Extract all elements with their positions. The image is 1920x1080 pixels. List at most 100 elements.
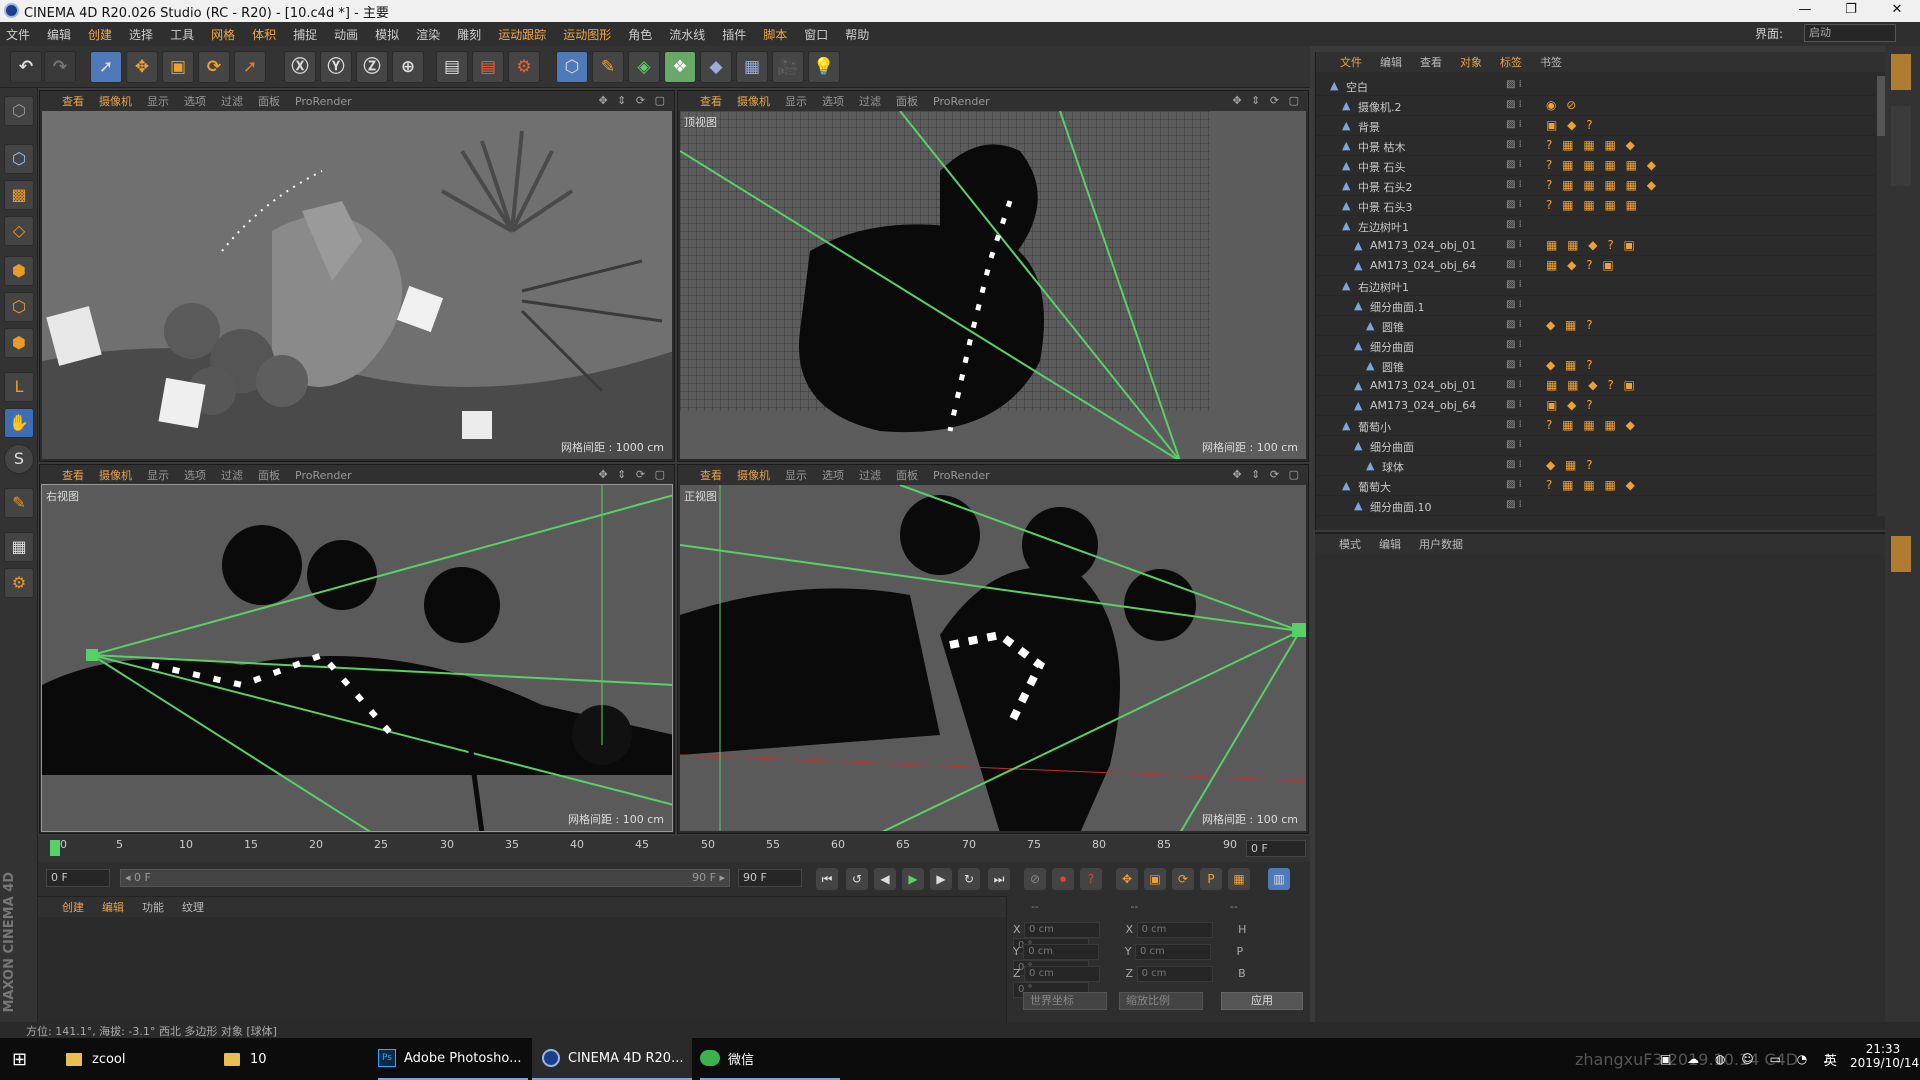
workplane-mode-icon[interactable]: ◇	[4, 216, 34, 246]
viewport-menu-display[interactable]: 显示	[785, 467, 807, 483]
quantize-icon[interactable]: ⚙	[4, 568, 34, 598]
render-to-picture-viewer-icon[interactable]: ▤	[472, 51, 504, 83]
subdivision-surface-icon[interactable]: ◈	[628, 51, 660, 83]
edges-mode-icon[interactable]: ⬡	[4, 292, 34, 322]
close-button[interactable]: ✕	[1874, 0, 1920, 22]
object-name[interactable]: 球体	[1382, 459, 1404, 475]
object-row[interactable]: ▲ 圆锥 ▨ ⁞ ◆ ▦ ?	[1316, 316, 1875, 336]
visibility-toggle-icon[interactable]: ▨ ⁞	[1506, 259, 1522, 270]
visibility-toggle-icon[interactable]: ▨ ⁞	[1506, 479, 1522, 490]
visibility-toggle-icon[interactable]: ▨ ⁞	[1506, 159, 1522, 170]
object-row[interactable]: ▲ AM173_024_obj_64 ▨ ⁞ ▦ ◆ ? ▣	[1316, 256, 1875, 276]
content-browser-tab[interactable]	[1891, 106, 1911, 186]
object-menu-tags[interactable]: 标签	[1500, 54, 1522, 70]
viewport-menu-prorender[interactable]: ProRender	[295, 95, 352, 108]
system-tray-icons[interactable]: ▣ ☁ ◍ ☺ ▭ ◔ ♪	[1660, 1038, 1837, 1080]
viewport-menu-filter[interactable]: 过滤	[859, 93, 881, 109]
viewport-menu-panel[interactable]: 面板	[896, 93, 918, 109]
object-name[interactable]: 葡萄小	[1358, 419, 1391, 435]
object-menu-view[interactable]: 查看	[1420, 54, 1442, 70]
y-axis-lock-icon[interactable]: Ⓨ	[320, 51, 352, 83]
viewport-menu-view[interactable]: 查看	[700, 467, 722, 483]
viewport-front[interactable]: 查看 摄像机 显示 选项 过滤 面板 ProRender ✥ ⇕ ⟳ ▢ 正视图…	[677, 464, 1309, 834]
visibility-toggle-icon[interactable]: ▨ ⁞	[1506, 299, 1522, 310]
floor-scene-icon[interactable]: ▦	[736, 51, 768, 83]
cube-primitive-icon[interactable]: ⬡	[556, 51, 588, 83]
world-coordinates-select[interactable]: 世界坐标	[1023, 992, 1107, 1010]
menu-plugins[interactable]: 插件	[722, 26, 746, 43]
motion-record-icon[interactable]: ⊘	[1024, 868, 1046, 890]
viewport-perspective[interactable]: 查看 摄像机 显示 选项 过滤 面板 ProRender ✥ ⇕ ⟳ ▢ 网格间…	[39, 90, 675, 462]
object-name[interactable]: 中景 枯木	[1358, 139, 1406, 155]
visibility-toggle-icon[interactable]: ▨ ⁞	[1506, 359, 1522, 370]
playhead[interactable]	[50, 840, 60, 856]
visibility-toggle-icon[interactable]: ▨ ⁞	[1506, 139, 1522, 150]
object-row[interactable]: ▲ 中景 石头3 ▨ ⁞ ? ▦ ▦ ▦ ▦	[1316, 196, 1875, 216]
taskbar-item-cinema4d[interactable]: CINEMA 4D R20...	[532, 1038, 692, 1080]
menu-sculpt[interactable]: 雕刻	[457, 26, 481, 43]
render-view-icon[interactable]: ▤	[436, 51, 468, 83]
move-tool-icon[interactable]: ✥	[126, 51, 158, 83]
autokeying-icon[interactable]: ?	[1080, 868, 1102, 890]
viewport-right-canvas[interactable]: 右视图 网格间距 : 100 cm	[41, 484, 673, 832]
menu-pipeline[interactable]: 流水线	[669, 26, 705, 43]
recent-tool-icon[interactable]: ➚	[234, 51, 266, 83]
snap-icon[interactable]: S	[4, 444, 34, 474]
object-name[interactable]: AM173_024_obj_64	[1370, 259, 1476, 272]
menu-create[interactable]: 创建	[88, 26, 112, 43]
object-tags[interactable]: ? ▦ ▦ ▦ ▦ ◆	[1546, 158, 1659, 172]
objects-tab[interactable]	[1891, 54, 1911, 90]
windows-start-icon[interactable]: ⊞	[12, 1038, 27, 1080]
make-editable-icon[interactable]: ⬡	[4, 96, 34, 126]
visibility-toggle-icon[interactable]: ▨ ⁞	[1506, 319, 1522, 330]
timeline-ruler[interactable]: 0 5 10 15 20 25 30 35 40 45 50 55 60 65 …	[38, 836, 1310, 862]
object-tags[interactable]: ▦ ◆ ? ▣	[1546, 258, 1617, 272]
menu-motion-tracking[interactable]: 运动跟踪	[498, 26, 546, 43]
grid-snap-icon[interactable]: ▦	[4, 532, 34, 562]
visibility-toggle-icon[interactable]: ▨ ⁞	[1506, 459, 1522, 470]
timeline-window-icon[interactable]: ▥	[1268, 868, 1290, 890]
object-name[interactable]: 中景 石头2	[1358, 179, 1413, 195]
object-row[interactable]: ▲ 圆锥 ▨ ⁞ ◆ ▦ ?	[1316, 356, 1875, 376]
viewport-top[interactable]: 查看 摄像机 显示 选项 过滤 面板 ProRender ✥ ⇕ ⟳ ▢ 顶视图…	[677, 90, 1309, 462]
menu-volume[interactable]: 体积	[252, 26, 276, 43]
menu-tools[interactable]: 工具	[170, 26, 194, 43]
start-frame-field[interactable]: 0 F	[46, 869, 110, 887]
pen-spline-icon[interactable]: ✎	[592, 51, 624, 83]
attribute-menu-user-data[interactable]: 用户数据	[1419, 536, 1463, 552]
object-tags[interactable]: ? ▦ ▦ ▦ ◆	[1546, 418, 1638, 432]
attributes-tab[interactable]	[1891, 536, 1911, 572]
object-name[interactable]: 背景	[1358, 119, 1380, 135]
visibility-toggle-icon[interactable]: ▨ ⁞	[1506, 179, 1522, 190]
taskbar-item-photoshop[interactable]: Ps Adobe Photosho...	[378, 1038, 528, 1080]
object-row[interactable]: ▲ 摄像机.2 ▨ ⁞ ◉ ⊘	[1316, 96, 1875, 116]
menu-simulate[interactable]: 模拟	[375, 26, 399, 43]
scrollbar-thumb[interactable]	[1877, 76, 1885, 136]
object-menu-bookmarks[interactable]: 书签	[1540, 54, 1562, 70]
coordinate-system-icon[interactable]: ⊕	[392, 51, 424, 83]
size-x-field[interactable]: 0 cm	[1136, 922, 1213, 938]
viewport-right[interactable]: 查看 摄像机 显示 选项 过滤 面板 ProRender ✥ ⇕ ⟳ ▢ 右视图…	[39, 464, 675, 834]
attribute-menu-edit[interactable]: 编辑	[1379, 536, 1401, 552]
object-name[interactable]: 中景 石头3	[1358, 199, 1413, 215]
object-name[interactable]: 左边树叶1	[1358, 219, 1409, 235]
x-axis-lock-icon[interactable]: Ⓧ	[284, 51, 316, 83]
object-row[interactable]: ▲ 中景 石头 ▨ ⁞ ? ▦ ▦ ▦ ▦ ◆	[1316, 156, 1875, 176]
object-menu-objects[interactable]: 对象	[1460, 54, 1482, 70]
menu-animate[interactable]: 动画	[334, 26, 358, 43]
record-keys-icon[interactable]: ⏺	[1052, 868, 1074, 890]
object-row[interactable]: ▲ 右边树叶1 ▨ ⁞	[1316, 276, 1875, 296]
visibility-toggle-icon[interactable]: ▨ ⁞	[1506, 219, 1522, 230]
axis-mode-icon[interactable]: L	[4, 372, 34, 402]
object-name[interactable]: 细分曲面.1	[1370, 299, 1425, 315]
object-name[interactable]: 圆锥	[1382, 359, 1404, 375]
size-y-field[interactable]: 0 cm	[1134, 944, 1211, 960]
viewport-nav-icons[interactable]: ✥ ⇕ ⟳ ▢	[1232, 468, 1302, 481]
object-name[interactable]: 圆锥	[1382, 319, 1404, 335]
visibility-toggle-icon[interactable]: ▨ ⁞	[1506, 99, 1522, 110]
object-row[interactable]: ▲ AM173_024_obj_01 ▨ ⁞ ▦ ▦ ◆ ? ▣	[1316, 236, 1875, 256]
viewport-menu-cameras[interactable]: 摄像机	[737, 93, 770, 109]
layout-select[interactable]: 启动	[1804, 24, 1896, 42]
redo-icon[interactable]: ↷	[44, 51, 76, 83]
viewport-menu-display[interactable]: 显示	[147, 93, 169, 109]
